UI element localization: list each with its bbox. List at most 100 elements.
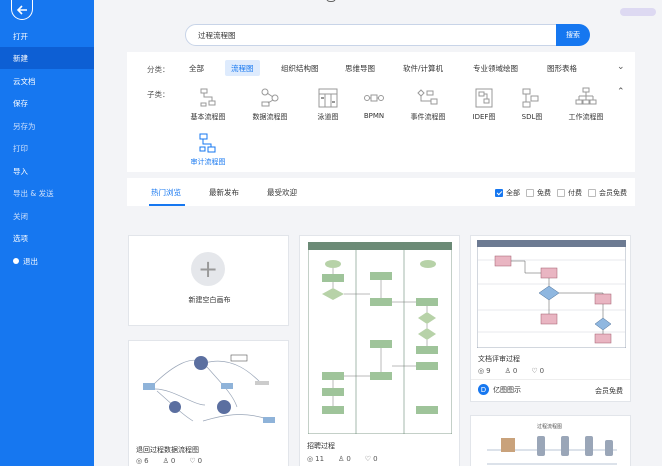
- template-card[interactable]: 文档评审过程 ◎ 9 ♙ 0 ♡ 0 D 亿图图示 会员免费: [470, 235, 631, 402]
- title-fragment: [326, 0, 336, 2]
- category-tables[interactable]: 图形表格: [541, 60, 583, 76]
- card-title: 新建空白画布: [188, 296, 231, 304]
- category-flowchart[interactable]: 流程图: [225, 60, 260, 76]
- menu-options[interactable]: 选项: [0, 227, 94, 249]
- subtype-idef[interactable]: IDEF图: [459, 87, 509, 122]
- search-button[interactable]: 搜索: [556, 24, 590, 46]
- card-title: 文档评审过程: [478, 355, 520, 363]
- card-title: 退回过程数据流程图: [136, 446, 199, 454]
- card-divider: [471, 379, 630, 380]
- menu-print[interactable]: 打印: [0, 137, 94, 159]
- view-count: 9: [486, 367, 491, 375]
- search-button-label: 搜索: [566, 31, 580, 39]
- menu-label: 导出 & 发送: [13, 188, 54, 198]
- exit-icon: [13, 258, 19, 264]
- user-avatar[interactable]: [620, 8, 656, 16]
- heart-icon[interactable]: ♡: [189, 457, 195, 465]
- card-author[interactable]: D 亿图图示: [478, 384, 521, 395]
- checkbox-icon: [526, 189, 534, 197]
- sort-tabs-panel: 热门浏览 最新发布 最受欢迎 全部 免费 付费 会员免费: [127, 178, 635, 206]
- subtype-label: 事件流程图: [410, 113, 446, 121]
- category-mind-map[interactable]: 思维导图: [339, 60, 381, 76]
- plus-icon: +: [191, 252, 225, 286]
- subtype-label: 审计流程图: [190, 158, 226, 166]
- active-tab-underline: [149, 204, 185, 206]
- tab-latest[interactable]: 最新发布: [209, 187, 239, 198]
- menu-label: 新建: [13, 53, 28, 63]
- sidebar: 打开 新建 云文档 保存 另存为 打印 导入 导出 & 发送 关闭 选项 退出: [0, 0, 94, 466]
- category-org-chart[interactable]: 组织结构图: [275, 60, 325, 76]
- filter-label: 全部: [506, 189, 520, 197]
- subtype-sdl[interactable]: SDL图: [507, 87, 557, 122]
- chevron-down-icon[interactable]: ⌄: [617, 62, 625, 72]
- menu-cloud-docs[interactable]: 云文档: [0, 70, 94, 92]
- menu-label: 选项: [13, 233, 28, 243]
- menu-export-send[interactable]: 导出 & 发送: [0, 182, 94, 204]
- menu-new[interactable]: 新建: [0, 47, 94, 69]
- menu-label: 云文档: [13, 76, 36, 86]
- filter-paid[interactable]: 付费: [557, 188, 582, 198]
- like-count: 0: [346, 455, 351, 463]
- card-stats: ◎ 6 ♙ 0 ♡ 0: [136, 457, 202, 465]
- menu-save-as[interactable]: 另存为: [0, 115, 94, 137]
- menu-label: 导入: [13, 166, 28, 176]
- subtype-label: SDL图: [521, 113, 543, 121]
- view-count: 11: [315, 455, 325, 463]
- heart-icon[interactable]: ♡: [531, 367, 537, 375]
- view-count: 6: [144, 457, 149, 465]
- author-name: 亿图图示: [493, 385, 521, 394]
- template-thumbnail: [476, 239, 627, 349]
- eye-icon: ◎: [307, 455, 314, 463]
- thumb-up-icon[interactable]: ♙: [505, 367, 511, 375]
- subtype-workflow[interactable]: 工作流程图: [561, 87, 611, 122]
- subtype-basic-flowchart[interactable]: 基本流程图: [183, 87, 233, 122]
- template-card[interactable]: 招聘过程 ◎ 11 ♙ 0 ♡ 0: [299, 235, 460, 466]
- menu-import[interactable]: 导入: [0, 160, 94, 182]
- filter-free[interactable]: 免费: [526, 188, 551, 198]
- back-arrow-icon[interactable]: [11, 0, 33, 20]
- card-stats: ◎ 9 ♙ 0 ♡ 0: [478, 367, 544, 375]
- template-thumbnail: [133, 345, 285, 439]
- tab-most-liked[interactable]: 最受欢迎: [267, 187, 297, 198]
- tab-popular[interactable]: 热门浏览: [151, 187, 181, 198]
- thumb-up-icon[interactable]: ♙: [338, 455, 344, 463]
- swimlane-icon: [317, 87, 339, 109]
- menu-label: 关闭: [13, 211, 28, 221]
- template-card[interactable]: 退回过程数据流程图 ◎ 6 ♙ 0 ♡ 0: [128, 340, 289, 466]
- subtype-bpmn[interactable]: BPMN: [349, 87, 399, 120]
- filter-label: 免费: [537, 189, 551, 197]
- checkbox-icon: [588, 189, 596, 197]
- menu-open[interactable]: 打开: [0, 25, 94, 47]
- card-title: 招聘过程: [307, 442, 335, 450]
- menu-label: 另存为: [13, 121, 36, 131]
- like-count: 0: [512, 367, 518, 375]
- new-blank-canvas-card[interactable]: + 新建空白画布: [128, 235, 289, 326]
- thumb-up-icon[interactable]: ♙: [163, 457, 169, 465]
- favorite-count: 0: [373, 455, 378, 463]
- template-card[interactable]: 过程流程图: [470, 415, 631, 466]
- subtype-swimlane[interactable]: 泳道图: [303, 87, 353, 122]
- subtype-event-flowchart[interactable]: 事件流程图: [403, 87, 453, 122]
- menu-exit[interactable]: 退出: [0, 250, 94, 272]
- eye-icon: ◎: [478, 367, 485, 375]
- search-input[interactable]: [185, 24, 557, 46]
- menu-label: 保存: [13, 98, 28, 108]
- template-thumbnail: 过程流程图: [477, 420, 626, 466]
- bpmn-icon: [363, 87, 385, 109]
- filter-member-free[interactable]: 会员免费: [588, 188, 627, 198]
- chevron-up-icon[interactable]: ⌃: [617, 87, 625, 97]
- menu-label: 打开: [13, 31, 28, 41]
- heart-icon[interactable]: ♡: [365, 455, 371, 463]
- menu-close[interactable]: 关闭: [0, 205, 94, 227]
- category-all[interactable]: 全部: [183, 60, 210, 76]
- subtype-data-flowchart[interactable]: 数据流程图: [245, 87, 295, 122]
- menu-save[interactable]: 保存: [0, 92, 94, 114]
- subtype-label: IDEF图: [472, 113, 496, 121]
- like-count: 0: [170, 457, 176, 465]
- category-professional[interactable]: 专业领域绘图: [467, 60, 524, 76]
- filter-label: 付费: [568, 189, 582, 197]
- subtype-row-label: 子类：: [147, 90, 170, 99]
- category-software[interactable]: 软件/计算机: [397, 60, 449, 76]
- filter-all[interactable]: 全部: [495, 188, 520, 198]
- subtype-audit-flowchart[interactable]: 审计流程图: [183, 132, 233, 167]
